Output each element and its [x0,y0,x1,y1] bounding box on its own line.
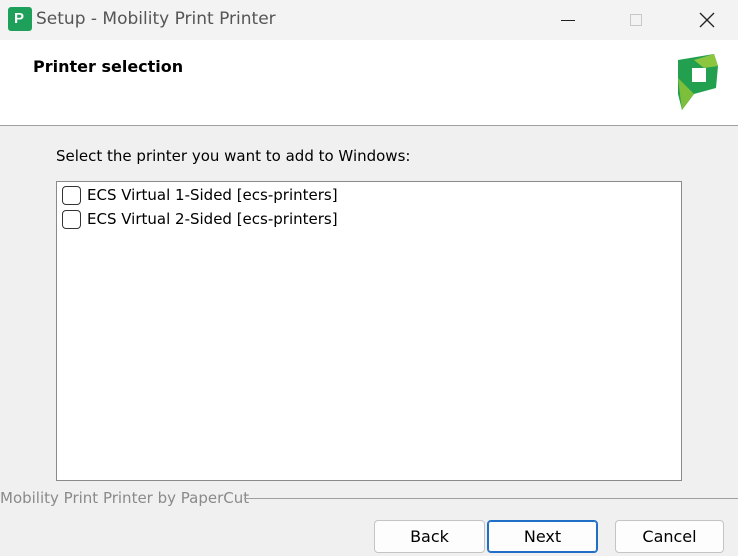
list-item[interactable]: ECS Virtual 1-Sided [ecs-printers] [62,184,338,206]
minimize-icon [561,19,575,21]
branding-text: Mobility Print Printer by PaperCut [0,489,250,507]
printer-list[interactable]: ECS Virtual 1-Sided [ecs-printers] ECS V… [56,181,682,481]
app-icon: P [8,7,32,31]
page-title: Printer selection [33,57,184,76]
next-button[interactable]: Next [487,520,598,553]
cancel-button[interactable]: Cancel [615,520,724,553]
wizard-header: Printer selection [0,40,738,126]
instruction-text: Select the printer you want to add to Wi… [56,147,411,165]
list-item[interactable]: ECS Virtual 2-Sided [ecs-printers] [62,208,338,230]
papercut-logo [678,54,718,110]
close-icon [699,12,715,28]
back-button[interactable]: Back [374,520,485,553]
title-bar: P Setup - Mobility Print Printer [0,0,738,40]
window-title: Setup - Mobility Print Printer [36,9,276,29]
divider [244,498,738,499]
maximize-button[interactable] [613,0,659,40]
minimize-button[interactable] [545,0,591,40]
close-button[interactable] [684,0,730,40]
printer-checkbox[interactable] [62,185,81,205]
printer-label: ECS Virtual 1-Sided [ecs-printers] [87,186,338,204]
maximize-icon [630,14,642,26]
printer-checkbox[interactable] [62,209,81,229]
printer-label: ECS Virtual 2-Sided [ecs-printers] [87,210,338,228]
